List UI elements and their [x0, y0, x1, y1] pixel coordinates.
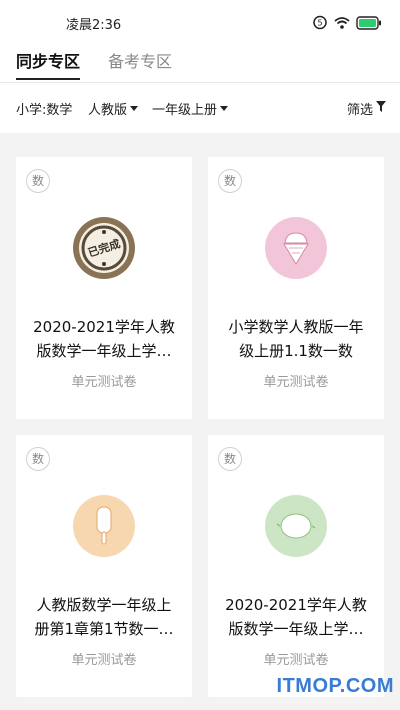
- paper-title: 人教版数学一年级上 册第1章第1节数一…: [34, 596, 174, 638]
- filter-bar: 小学:数学 人教版 一年级上册 筛选: [0, 83, 400, 131]
- tab-sync-zone[interactable]: 同步专区: [16, 48, 80, 72]
- screen-filter-label: 筛选: [346, 103, 373, 118]
- paper-list: 数 已完成 2020-2021学年人教 版数学一年级上学… 单元测试卷 数 小学: [0, 133, 400, 710]
- status-time: 凌晨2:36: [66, 18, 122, 33]
- funnel-icon: [376, 101, 386, 116]
- subject-filter[interactable]: 小学:数学: [16, 99, 72, 118]
- subject-filter-label: 小学:数学: [16, 103, 73, 118]
- paper-type: 单元测试卷: [263, 375, 329, 390]
- tab-exam-prep-zone[interactable]: 备考专区: [108, 48, 172, 72]
- caret-down-icon: [220, 106, 229, 111]
- grade-dropdown-label: 一年级上册: [152, 103, 218, 118]
- wifi-icon: [334, 15, 350, 34]
- status-bar: 凌晨2:36 5: [0, 0, 400, 44]
- edition-dropdown-label: 人教版: [88, 103, 128, 118]
- paper-card[interactable]: 数 已完成 2020-2021学年人教 版数学一年级上学… 单元测试卷: [16, 157, 192, 419]
- paper-card[interactable]: 数 小学数学人教版一年 级上册1.1数一数 单元测试卷: [208, 157, 384, 419]
- edition-dropdown[interactable]: 人教版: [88, 99, 139, 118]
- subject-badge: 数: [26, 169, 50, 193]
- paper-title: 2020-2021学年人教 版数学一年级上学…: [225, 596, 367, 638]
- site-watermark: ITMOP.COM: [276, 675, 394, 697]
- subject-badge: 数: [218, 447, 242, 471]
- paper-title: 2020-2021学年人教 版数学一年级上学…: [33, 318, 175, 360]
- svg-text:5: 5: [317, 19, 322, 28]
- grade-dropdown[interactable]: 一年级上册: [152, 99, 229, 118]
- ice-cream-cone-icon: [265, 217, 327, 279]
- screen-filter-button[interactable]: 筛选: [347, 99, 386, 118]
- paper-title: 小学数学人教版一年 级上册1.1数一数: [228, 318, 364, 360]
- paper-card[interactable]: 数 人教版数学一年级上 册第1章第1节数一… 单元测试卷: [16, 435, 192, 697]
- alarm-icon: 5: [312, 14, 328, 34]
- status-icons: 5: [312, 14, 382, 34]
- subject-badge: 数: [218, 169, 242, 193]
- paper-card[interactable]: 数 2020-2021学年人教 版数学一年级上学… 单元测试卷: [208, 435, 384, 697]
- caret-down-icon: [130, 106, 139, 111]
- lemon-icon: [265, 495, 327, 557]
- paper-type: 单元测试卷: [71, 375, 137, 390]
- paper-type: 单元测试卷: [263, 653, 329, 668]
- subject-badge: 数: [26, 447, 50, 471]
- popsicle-icon: [73, 495, 135, 557]
- tab-bar: 同步专区 备考专区: [0, 44, 400, 82]
- active-tab-indicator: [16, 78, 80, 80]
- battery-icon: [356, 15, 382, 34]
- paper-type: 单元测试卷: [71, 653, 137, 668]
- completed-stamp-icon: 已完成: [73, 217, 135, 279]
